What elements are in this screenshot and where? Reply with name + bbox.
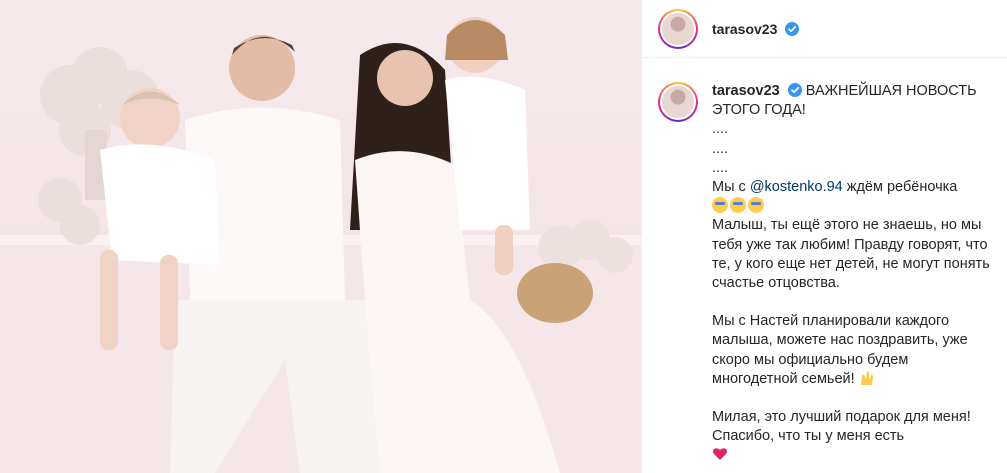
caption-paragraph-1: Малыш, ты ещё этого не знаешь, но мы теб… xyxy=(712,217,990,292)
username-text[interactable]: tarasov23 xyxy=(712,21,777,37)
caption-text: tarasov23 ВАЖНЕЙШАЯ НОВОСТЬ ЭТОГО ГОДА! … xyxy=(712,82,991,469)
post-sidebar: tarasov23 tarasov23 ВАЖНЕЙШАЯ НОВОСТЬ ЭТ… xyxy=(641,0,1007,473)
caption-paragraph-2: Мы с Настей планировали каждого малыша, … xyxy=(712,312,991,389)
mention-suffix: ждём ребёночка xyxy=(846,179,958,196)
caption-line-mention: Мы с @kostenko.94 ждём ребёночка xyxy=(712,178,991,197)
instagram-post: tarasov23 tarasov23 ВАЖНЕЙШАЯ НОВОСТЬ ЭТ… xyxy=(0,0,1007,473)
emoji-row xyxy=(712,197,991,216)
author-username[interactable]: tarasov23 xyxy=(712,21,800,37)
post-photo[interactable] xyxy=(0,0,641,473)
mention-prefix: Мы с xyxy=(712,179,746,196)
raised-hands-emoji-icon xyxy=(860,370,873,385)
caption-dots-2: .... xyxy=(712,140,729,157)
sleepy-face-emoji-icon xyxy=(748,197,764,214)
verified-badge-icon xyxy=(785,21,800,36)
heart-row xyxy=(712,446,991,468)
caption-dots-1: .... xyxy=(712,121,729,138)
family-photo-illustration xyxy=(0,17,641,473)
mention-link[interactable]: @kostenko.94 xyxy=(750,179,843,195)
sleepy-face-emoji-icon xyxy=(712,197,728,214)
author-avatar[interactable] xyxy=(658,8,698,49)
sleepy-face-emoji-icon xyxy=(730,197,746,214)
caption-dots-3: .... xyxy=(712,159,729,176)
post-header: tarasov23 xyxy=(642,0,1007,58)
post-caption: tarasov23 ВАЖНЕЙШАЯ НОВОСТЬ ЭТОГО ГОДА! … xyxy=(642,58,1007,469)
caption-paragraph-3: Милая, это лучший подарок для меня! Спас… xyxy=(712,409,971,445)
caption-username[interactable]: tarasov23 xyxy=(712,83,780,99)
verified-badge-icon xyxy=(787,83,802,97)
red-heart-emoji-icon xyxy=(713,448,727,461)
caption-avatar[interactable] xyxy=(658,82,698,122)
caption-paragraph-2-text: Мы с Настей планировали каждого малыша, … xyxy=(712,313,968,387)
